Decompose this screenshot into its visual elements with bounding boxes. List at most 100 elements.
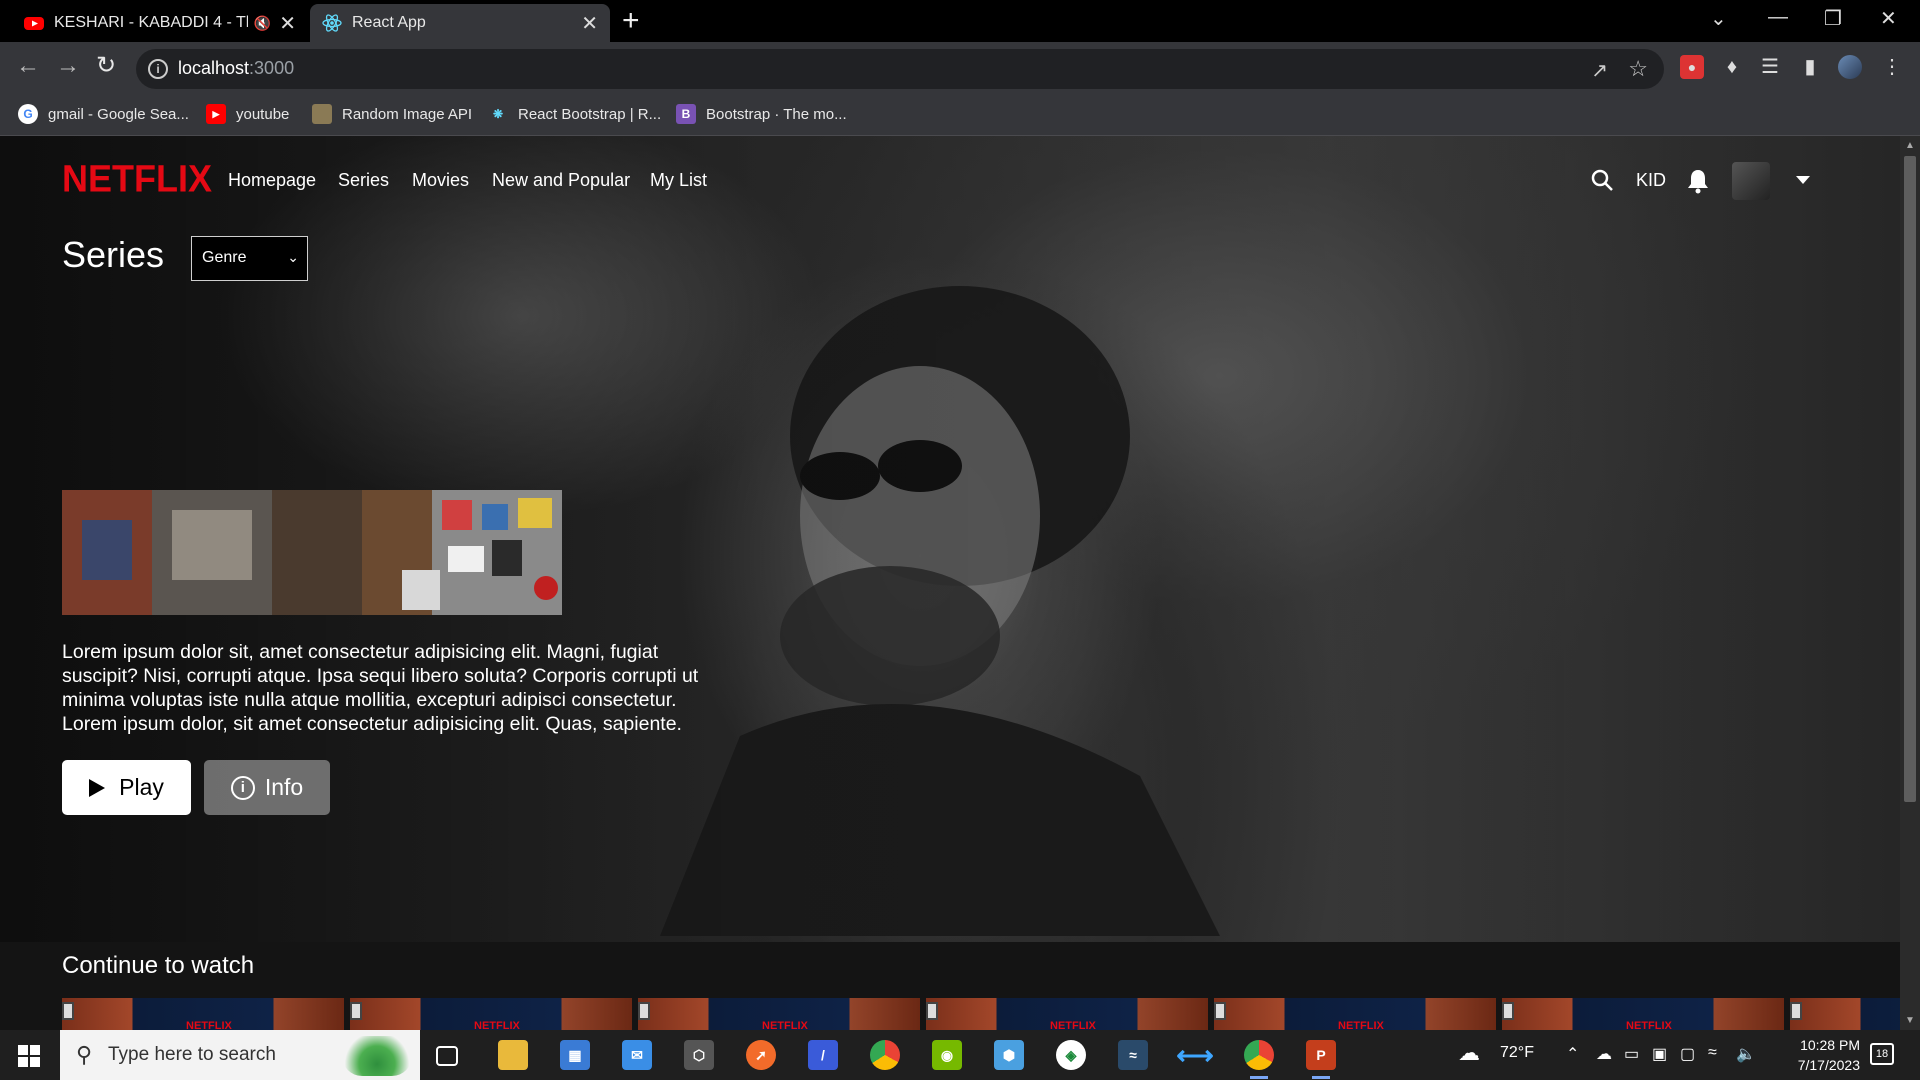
info-button[interactable]: i Info	[204, 760, 330, 815]
mysql-workbench-icon[interactable]: ≈	[1118, 1040, 1148, 1070]
browser-tab-youtube[interactable]: KESHARI - KABADDI 4 - The 🔇 ✕	[12, 4, 308, 42]
chevron-down-icon: ⌄	[287, 249, 299, 265]
taskbar-clock[interactable]: 10:28 PM 7/17/2023	[1760, 1035, 1860, 1075]
postman-icon[interactable]: ➚	[746, 1040, 776, 1070]
row-thumbnail[interactable]: NETFLIX	[926, 998, 1208, 1030]
chrome-active-icon[interactable]	[1244, 1040, 1274, 1079]
task-view-icon[interactable]	[436, 1046, 458, 1066]
nav-series[interactable]: Series	[338, 170, 389, 191]
row-thumbnail[interactable]: NETFLIX	[350, 998, 632, 1030]
browser-toolbar: ← → ↻ i localhost:3000 ↗ ☆ ● ♦ ☰ ▮ ⋮	[0, 42, 1920, 96]
profile-avatar[interactable]	[1838, 55, 1862, 79]
row-thumbnail[interactable]: NETFLIX	[638, 998, 920, 1030]
tab-title: KESHARI - KABADDI 4 - The	[54, 14, 248, 31]
bookmark-gmail[interactable]: G gmail - Google Sea...	[18, 104, 189, 124]
weather-icon[interactable]: ☁	[1458, 1040, 1480, 1066]
share-icon[interactable]: ↗	[1591, 58, 1608, 83]
address-bar[interactable]: i localhost:3000 ↗ ☆	[136, 49, 1664, 89]
restore-button[interactable]: ❐	[1824, 6, 1842, 31]
notification-center-icon[interactable]: 18	[1870, 1043, 1894, 1065]
thumbnail-brand-label: NETFLIX	[762, 1020, 808, 1030]
bookmark-label: Random Image API	[342, 105, 473, 123]
tab-title: React App	[352, 14, 426, 31]
kid-profile-link[interactable]: KID	[1636, 170, 1666, 191]
browser-tab-strip: KESHARI - KABADDI 4 - The 🔇 ✕ React App …	[0, 0, 1920, 42]
browser-tab-react-app[interactable]: React App ✕	[310, 4, 610, 42]
app-hexagon-icon[interactable]: ⬡	[684, 1040, 714, 1070]
new-tab-button[interactable]: +	[622, 6, 640, 36]
url-text[interactable]: localhost:3000	[178, 58, 294, 79]
chevron-down-icon[interactable]	[1796, 176, 1810, 184]
page-viewport: NETFLIX Homepage Series Movies New and P…	[0, 136, 1900, 1030]
bookmark-react-bootstrap[interactable]: ❋ React Bootstrap | R...	[488, 104, 661, 124]
taskbar-search-box[interactable]: ⚲ Type here to search	[60, 1030, 420, 1080]
row-thumbnail[interactable]: NETFLIX	[1790, 998, 1900, 1030]
search-icon[interactable]	[1590, 168, 1614, 192]
wifi-icon[interactable]: ≈	[1708, 1044, 1717, 1062]
bookmark-label: React Bootstrap | R...	[518, 105, 662, 123]
play-button[interactable]: Play	[62, 760, 191, 815]
minimize-button[interactable]: —	[1768, 6, 1788, 29]
bookmark-bootstrap[interactable]: B Bootstrap · The mo...	[676, 104, 847, 124]
mail-icon[interactable]: ✉	[622, 1040, 652, 1070]
volume-icon[interactable]: 🔈	[1736, 1044, 1756, 1064]
youtube-icon	[24, 17, 44, 30]
app-leaf-icon[interactable]: ◈	[1056, 1040, 1086, 1070]
nvidia-icon[interactable]: ◉	[932, 1040, 962, 1070]
chrome-icon[interactable]	[870, 1040, 900, 1070]
weather-temperature[interactable]: 72°F	[1500, 1044, 1534, 1062]
site-info-icon[interactable]: i	[148, 59, 168, 79]
extension-red-icon[interactable]: ●	[1680, 55, 1704, 79]
page-title: Series	[62, 234, 165, 275]
nav-my-list[interactable]: My List	[650, 170, 707, 191]
file-explorer-icon[interactable]	[498, 1040, 528, 1070]
media-control-icon[interactable]: ☰	[1758, 55, 1782, 79]
row-thumbnail[interactable]: NETFLIX	[1502, 998, 1784, 1030]
onedrive-icon[interactable]: ☁	[1596, 1044, 1612, 1064]
device-icon[interactable]: ▣	[1652, 1044, 1667, 1064]
thumbnail-brand-label: NETFLIX	[1626, 1020, 1672, 1030]
page-scrollbar[interactable]: ▲ ▼	[1900, 136, 1920, 1030]
tray-chevron-icon[interactable]: ⌃	[1566, 1044, 1579, 1064]
reload-button[interactable]: ↻	[96, 54, 116, 78]
close-tab-icon[interactable]: ✕	[279, 11, 296, 36]
tab-search-chevron-icon[interactable]: ⌄	[1710, 6, 1727, 31]
microsoft-store-icon[interactable]: ▦	[560, 1040, 590, 1070]
user-avatar[interactable]	[1732, 162, 1770, 200]
bell-icon[interactable]	[1686, 168, 1710, 194]
windows-start-icon[interactable]	[18, 1045, 40, 1067]
back-button[interactable]: ←	[16, 54, 40, 78]
bookmark-random-image-api[interactable]: Random Image API	[312, 104, 472, 124]
taskbar-search-placeholder: Type here to search	[108, 1044, 276, 1065]
app-cube-icon[interactable]: ⬢	[994, 1040, 1024, 1070]
nav-homepage[interactable]: Homepage	[228, 170, 316, 191]
speaker-icon[interactable]: 🔇	[254, 15, 271, 32]
vscode-icon[interactable]: ⟷	[1176, 1040, 1213, 1070]
scroll-up-icon[interactable]: ▲	[1905, 140, 1915, 151]
extensions-puzzle-icon[interactable]: ♦	[1720, 55, 1744, 79]
row-thumbnail[interactable]: NETFLIX	[1214, 998, 1496, 1030]
nav-movies[interactable]: Movies	[412, 170, 469, 191]
genre-select[interactable]: Genre ⌄	[191, 236, 308, 281]
bookmark-youtube[interactable]: ▶ youtube	[206, 104, 289, 124]
side-panel-icon[interactable]: ▮	[1798, 55, 1822, 79]
battery-icon[interactable]: ▭	[1624, 1044, 1639, 1064]
thumbnail-frame-icon	[62, 1002, 74, 1020]
powerpoint-icon[interactable]: P	[1306, 1040, 1336, 1079]
url-port: :3000	[249, 58, 295, 78]
youtube-icon: ▶	[206, 104, 226, 124]
scroll-down-icon[interactable]: ▼	[1905, 1015, 1915, 1026]
forward-button[interactable]: →	[56, 54, 80, 78]
browser-menu-icon[interactable]: ⋮	[1880, 55, 1904, 79]
bookmark-star-icon[interactable]: ☆	[1628, 56, 1648, 82]
close-tab-icon[interactable]: ✕	[581, 11, 598, 36]
window-close-button[interactable]: ✕	[1880, 6, 1897, 31]
display-icon[interactable]: ▢	[1680, 1044, 1695, 1064]
scrollbar-thumb[interactable]	[1904, 156, 1916, 802]
react-bootstrap-icon: ❋	[492, 107, 504, 121]
nav-new-and-popular[interactable]: New and Popular	[492, 170, 630, 191]
netflix-logo[interactable]: NETFLIX	[62, 157, 212, 201]
app-blue-icon[interactable]: /	[808, 1040, 838, 1070]
row-thumbnail[interactable]: NETFLIX	[62, 998, 344, 1030]
bookmark-label: youtube	[236, 105, 290, 123]
